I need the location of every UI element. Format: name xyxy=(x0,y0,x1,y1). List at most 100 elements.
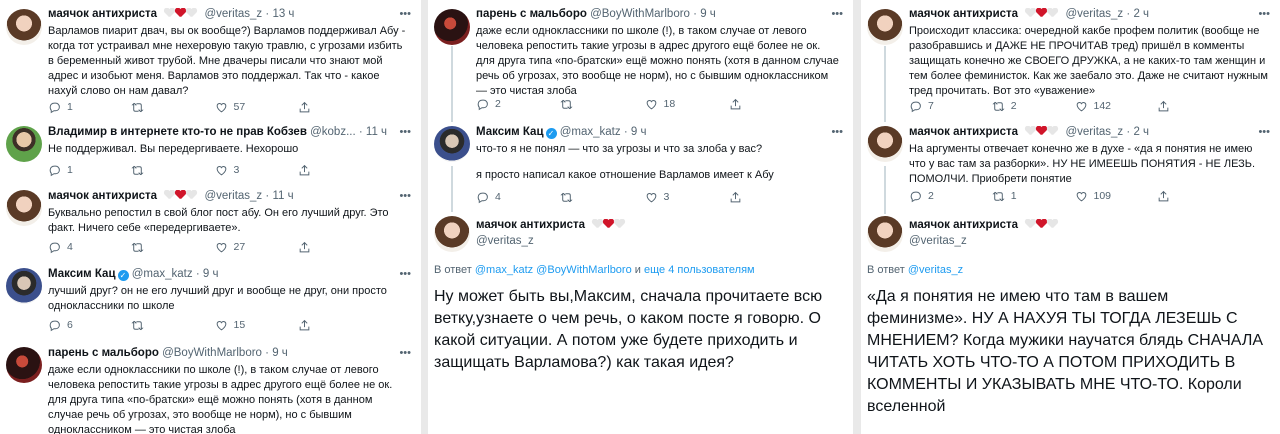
share-icon xyxy=(1157,100,1170,113)
share-button[interactable] xyxy=(298,240,381,254)
share-button[interactable] xyxy=(1157,99,1240,113)
avatar[interactable] xyxy=(434,216,470,252)
tweet[interactable]: маячок антихриста @veritas_z · 13 ч ••• … xyxy=(0,8,421,118)
reply-button[interactable]: 4 xyxy=(48,240,131,254)
like-button[interactable]: 15 xyxy=(215,318,298,332)
avatar[interactable] xyxy=(6,126,42,162)
display-name[interactable]: маячок антихриста xyxy=(48,8,157,20)
display-name[interactable]: парень с мальборо xyxy=(476,8,587,20)
retweet-button[interactable] xyxy=(131,318,214,332)
timestamp[interactable]: 9 ч xyxy=(631,126,647,138)
timestamp[interactable]: 9 ч xyxy=(700,8,716,20)
retweet-button[interactable]: 1 xyxy=(992,189,1075,203)
display-name[interactable]: маячок антихриста xyxy=(909,126,1018,138)
tweet[interactable]: Владимир в интернете кто-то не прав Кобз… xyxy=(0,126,421,178)
like-button[interactable]: 57 xyxy=(215,100,298,114)
user-handle[interactable]: @veritas_z xyxy=(476,235,534,247)
like-button[interactable]: 3 xyxy=(215,163,298,177)
tweet[interactable]: маячок антихриста @veritas_z · 2 ч ••• П… xyxy=(861,8,1280,118)
like-button[interactable]: 3 xyxy=(645,190,729,204)
retweet-button[interactable] xyxy=(131,100,214,114)
tweet[interactable]: парень с мальборо @BoyWithMarlboro · 9 ч… xyxy=(428,8,853,118)
timestamp[interactable]: 2 ч xyxy=(1133,126,1149,138)
reply-button[interactable]: 2 xyxy=(476,97,560,111)
retweet-button[interactable] xyxy=(560,97,644,111)
user-handle[interactable]: @BoyWithMarlboro xyxy=(162,347,262,359)
timestamp[interactable]: 11 ч xyxy=(366,126,387,138)
share-button[interactable] xyxy=(298,100,381,114)
share-button[interactable] xyxy=(729,190,813,204)
retweet-button[interactable] xyxy=(131,240,214,254)
share-button[interactable] xyxy=(1157,189,1240,203)
share-button[interactable] xyxy=(298,318,381,332)
user-handle[interactable]: @kobz... xyxy=(310,126,356,138)
focused-tweet[interactable]: маячок антихриста @veritas_z В ответ @ma… xyxy=(428,216,853,434)
more-icon[interactable]: ••• xyxy=(399,126,411,138)
like-button[interactable]: 109 xyxy=(1075,189,1158,203)
user-handle[interactable]: @veritas_z xyxy=(204,190,262,202)
reply-to-more[interactable]: еще 4 пользователям xyxy=(644,264,755,276)
timestamp[interactable]: 13 ч xyxy=(272,8,294,20)
timestamp[interactable]: 11 ч xyxy=(272,190,293,202)
user-handle[interactable]: @veritas_z xyxy=(1065,126,1123,138)
retweet-button[interactable]: 2 xyxy=(992,99,1075,113)
avatar[interactable] xyxy=(6,268,42,304)
display-name[interactable]: Владимир в интернете кто-то не прав Кобз… xyxy=(48,126,307,138)
more-icon[interactable]: ••• xyxy=(1258,8,1270,20)
display-name[interactable]: парень с мальборо xyxy=(48,347,159,359)
like-button[interactable]: 18 xyxy=(645,97,729,111)
retweet-button[interactable] xyxy=(560,190,644,204)
more-icon[interactable]: ••• xyxy=(399,8,411,20)
reply-button[interactable]: 7 xyxy=(909,99,992,113)
reply-button[interactable]: 6 xyxy=(48,318,131,332)
avatar[interactable] xyxy=(867,126,903,162)
avatar[interactable] xyxy=(867,9,903,45)
tweet[interactable]: маячок антихриста @veritas_z · 2 ч ••• Н… xyxy=(861,126,1280,208)
avatar[interactable] xyxy=(6,190,42,226)
display-name[interactable]: маячок антихриста xyxy=(909,219,1018,231)
screenshot-column-2: парень с мальборо @BoyWithMarlboro · 9 ч… xyxy=(428,0,853,434)
user-handle[interactable]: @veritas_z xyxy=(909,235,967,247)
avatar[interactable] xyxy=(6,9,42,45)
reply-button[interactable]: 4 xyxy=(476,190,560,204)
more-icon[interactable]: ••• xyxy=(399,347,411,359)
reply-to-users[interactable]: @veritas_z xyxy=(908,264,963,276)
more-icon[interactable]: ••• xyxy=(831,126,843,138)
share-button[interactable] xyxy=(298,163,381,177)
avatar[interactable] xyxy=(6,347,42,383)
tweet[interactable]: Максим Кац ✓ @max_katz · 9 ч ••• лучший д… xyxy=(0,268,421,336)
timestamp[interactable]: 9 ч xyxy=(272,347,288,359)
reply-button[interactable]: 1 xyxy=(48,163,131,177)
more-icon[interactable]: ••• xyxy=(1258,126,1270,138)
reply-button[interactable]: 1 xyxy=(48,100,131,114)
user-handle[interactable]: @veritas_z xyxy=(1065,8,1123,20)
more-icon[interactable]: ••• xyxy=(399,268,411,280)
user-handle[interactable]: @BoyWithMarlboro xyxy=(590,8,690,20)
display-name[interactable]: маячок антихриста xyxy=(48,190,157,202)
tweet[interactable]: Максим Кац ✓ @max_katz · 9 ч ••• что-то я… xyxy=(428,126,853,206)
display-name[interactable]: Максим Кац xyxy=(476,126,544,138)
display-name[interactable]: Максим Кац xyxy=(48,268,116,280)
timestamp[interactable]: 9 ч xyxy=(203,268,219,280)
display-name[interactable]: маячок антихриста xyxy=(909,8,1018,20)
user-handle[interactable]: @veritas_z xyxy=(204,8,262,20)
more-icon[interactable]: ••• xyxy=(831,8,843,20)
timestamp[interactable]: 2 ч xyxy=(1133,8,1149,20)
tweet[interactable]: парень с мальборо @BoyWithMarlboro · 9 ч… xyxy=(0,347,421,434)
avatar[interactable] xyxy=(434,126,470,162)
user-handle[interactable]: @max_katz xyxy=(560,126,621,138)
reply-to-users[interactable]: @max_katz @BoyWithMarlboro xyxy=(475,264,632,276)
user-handle[interactable]: @max_katz xyxy=(132,268,193,280)
more-icon[interactable]: ••• xyxy=(399,190,411,202)
like-button[interactable]: 27 xyxy=(215,240,298,254)
display-name[interactable]: маячок антихриста xyxy=(476,219,585,231)
focused-tweet[interactable]: маячок антихриста @veritas_z В ответ @ve… xyxy=(861,216,1280,434)
white-heart-icon xyxy=(186,190,196,200)
share-button[interactable] xyxy=(729,97,813,111)
avatar[interactable] xyxy=(434,9,470,45)
reply-button[interactable]: 2 xyxy=(909,189,992,203)
tweet[interactable]: маячок антихриста @veritas_z · 11 ч ••• … xyxy=(0,190,421,258)
retweet-button[interactable] xyxy=(131,163,214,177)
like-button[interactable]: 142 xyxy=(1075,99,1158,113)
avatar[interactable] xyxy=(867,216,903,252)
